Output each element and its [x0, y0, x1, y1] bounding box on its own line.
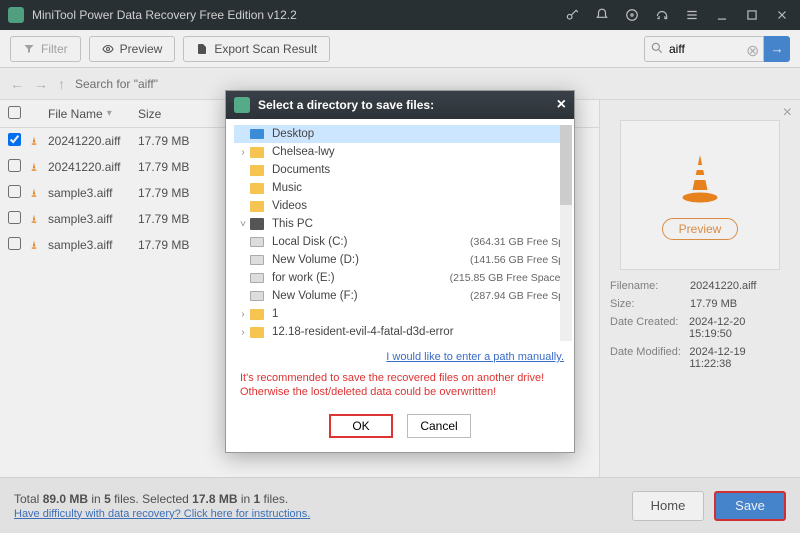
tree-item[interactable]: Music [234, 179, 566, 197]
folder-icon [250, 327, 264, 338]
desktop-icon [250, 129, 264, 139]
save-directory-dialog: Select a directory to save files: × Desk… [225, 90, 575, 453]
cancel-button[interactable]: Cancel [407, 414, 471, 438]
tree-label: New Volume (D:) [272, 254, 470, 266]
dialog-header: Select a directory to save files: × [226, 91, 574, 119]
free-space: (215.85 GB Free Space) [450, 272, 564, 284]
tree-label: Chelsea-lwy [272, 146, 564, 158]
tree-item[interactable]: for work (E:)(215.85 GB Free Space) [234, 269, 566, 287]
tree-item[interactable]: › Chelsea-lwy [234, 143, 566, 161]
folder-icon [250, 165, 264, 176]
tree-item[interactable]: New Volume (D:)(141.56 GB Free Sp [234, 251, 566, 269]
ok-button[interactable]: OK [329, 414, 393, 438]
tree-item[interactable]: ›1 [234, 305, 566, 323]
tree-item[interactable]: › 12.18-resident-evil-4-fatal-d3d-error [234, 323, 566, 341]
drive-icon [250, 291, 264, 301]
free-space: (141.56 GB Free Sp [470, 254, 564, 266]
tree-item[interactable]: Documents [234, 161, 566, 179]
expand-icon[interactable]: ˅ [236, 219, 250, 230]
drive-icon [250, 237, 264, 247]
tree-label: This PC [272, 218, 564, 230]
tree-item[interactable]: New Volume (F:)(287.94 GB Free Sp [234, 287, 566, 305]
tree-label: Music [272, 182, 564, 194]
dialog-close-icon[interactable]: × [557, 96, 566, 114]
pc-icon [250, 218, 264, 230]
tree-label: Desktop [272, 128, 564, 140]
drive-icon [250, 255, 264, 265]
free-space: (287.94 GB Free Sp [470, 290, 564, 302]
tree-item[interactable]: Videos [234, 197, 566, 215]
tree-label: New Volume (F:) [272, 290, 470, 302]
dialog-logo-icon [234, 97, 250, 113]
folder-icon [250, 201, 264, 212]
tree-label: Videos [272, 200, 564, 212]
folder-icon [250, 309, 264, 320]
tree-scrollbar-thumb[interactable] [560, 125, 572, 205]
folder-icon [250, 147, 264, 158]
manual-path-link[interactable]: I would like to enter a path manually. [386, 351, 564, 363]
tree-label: 12.18-resident-evil-4-fatal-d3d-error [272, 326, 564, 338]
tree-item[interactable]: Local Disk (C:)(364.31 GB Free Sp [234, 233, 566, 251]
tree-label: for work (E:) [272, 272, 450, 284]
free-space: (364.31 GB Free Sp [470, 236, 564, 248]
expand-icon[interactable]: › [236, 327, 250, 338]
tree-item[interactable]: Desktop [234, 125, 566, 143]
modal-overlay: Select a directory to save files: × Desk… [0, 0, 800, 533]
tree-label: 1 [272, 308, 564, 320]
expand-icon[interactable]: › [236, 309, 250, 320]
expand-icon[interactable]: › [236, 147, 250, 158]
drive-icon [250, 273, 264, 283]
warning-text: It's recommended to save the recovered f… [226, 367, 574, 408]
directory-tree: Desktop › Chelsea-lwy Documents Music Videos ˅… [234, 125, 566, 341]
folder-icon [250, 183, 264, 194]
tree-label: Documents [272, 164, 564, 176]
dialog-title: Select a directory to save files: [258, 98, 434, 112]
tree-item[interactable]: ˅ This PC [234, 215, 566, 233]
tree-label: Local Disk (C:) [272, 236, 470, 248]
